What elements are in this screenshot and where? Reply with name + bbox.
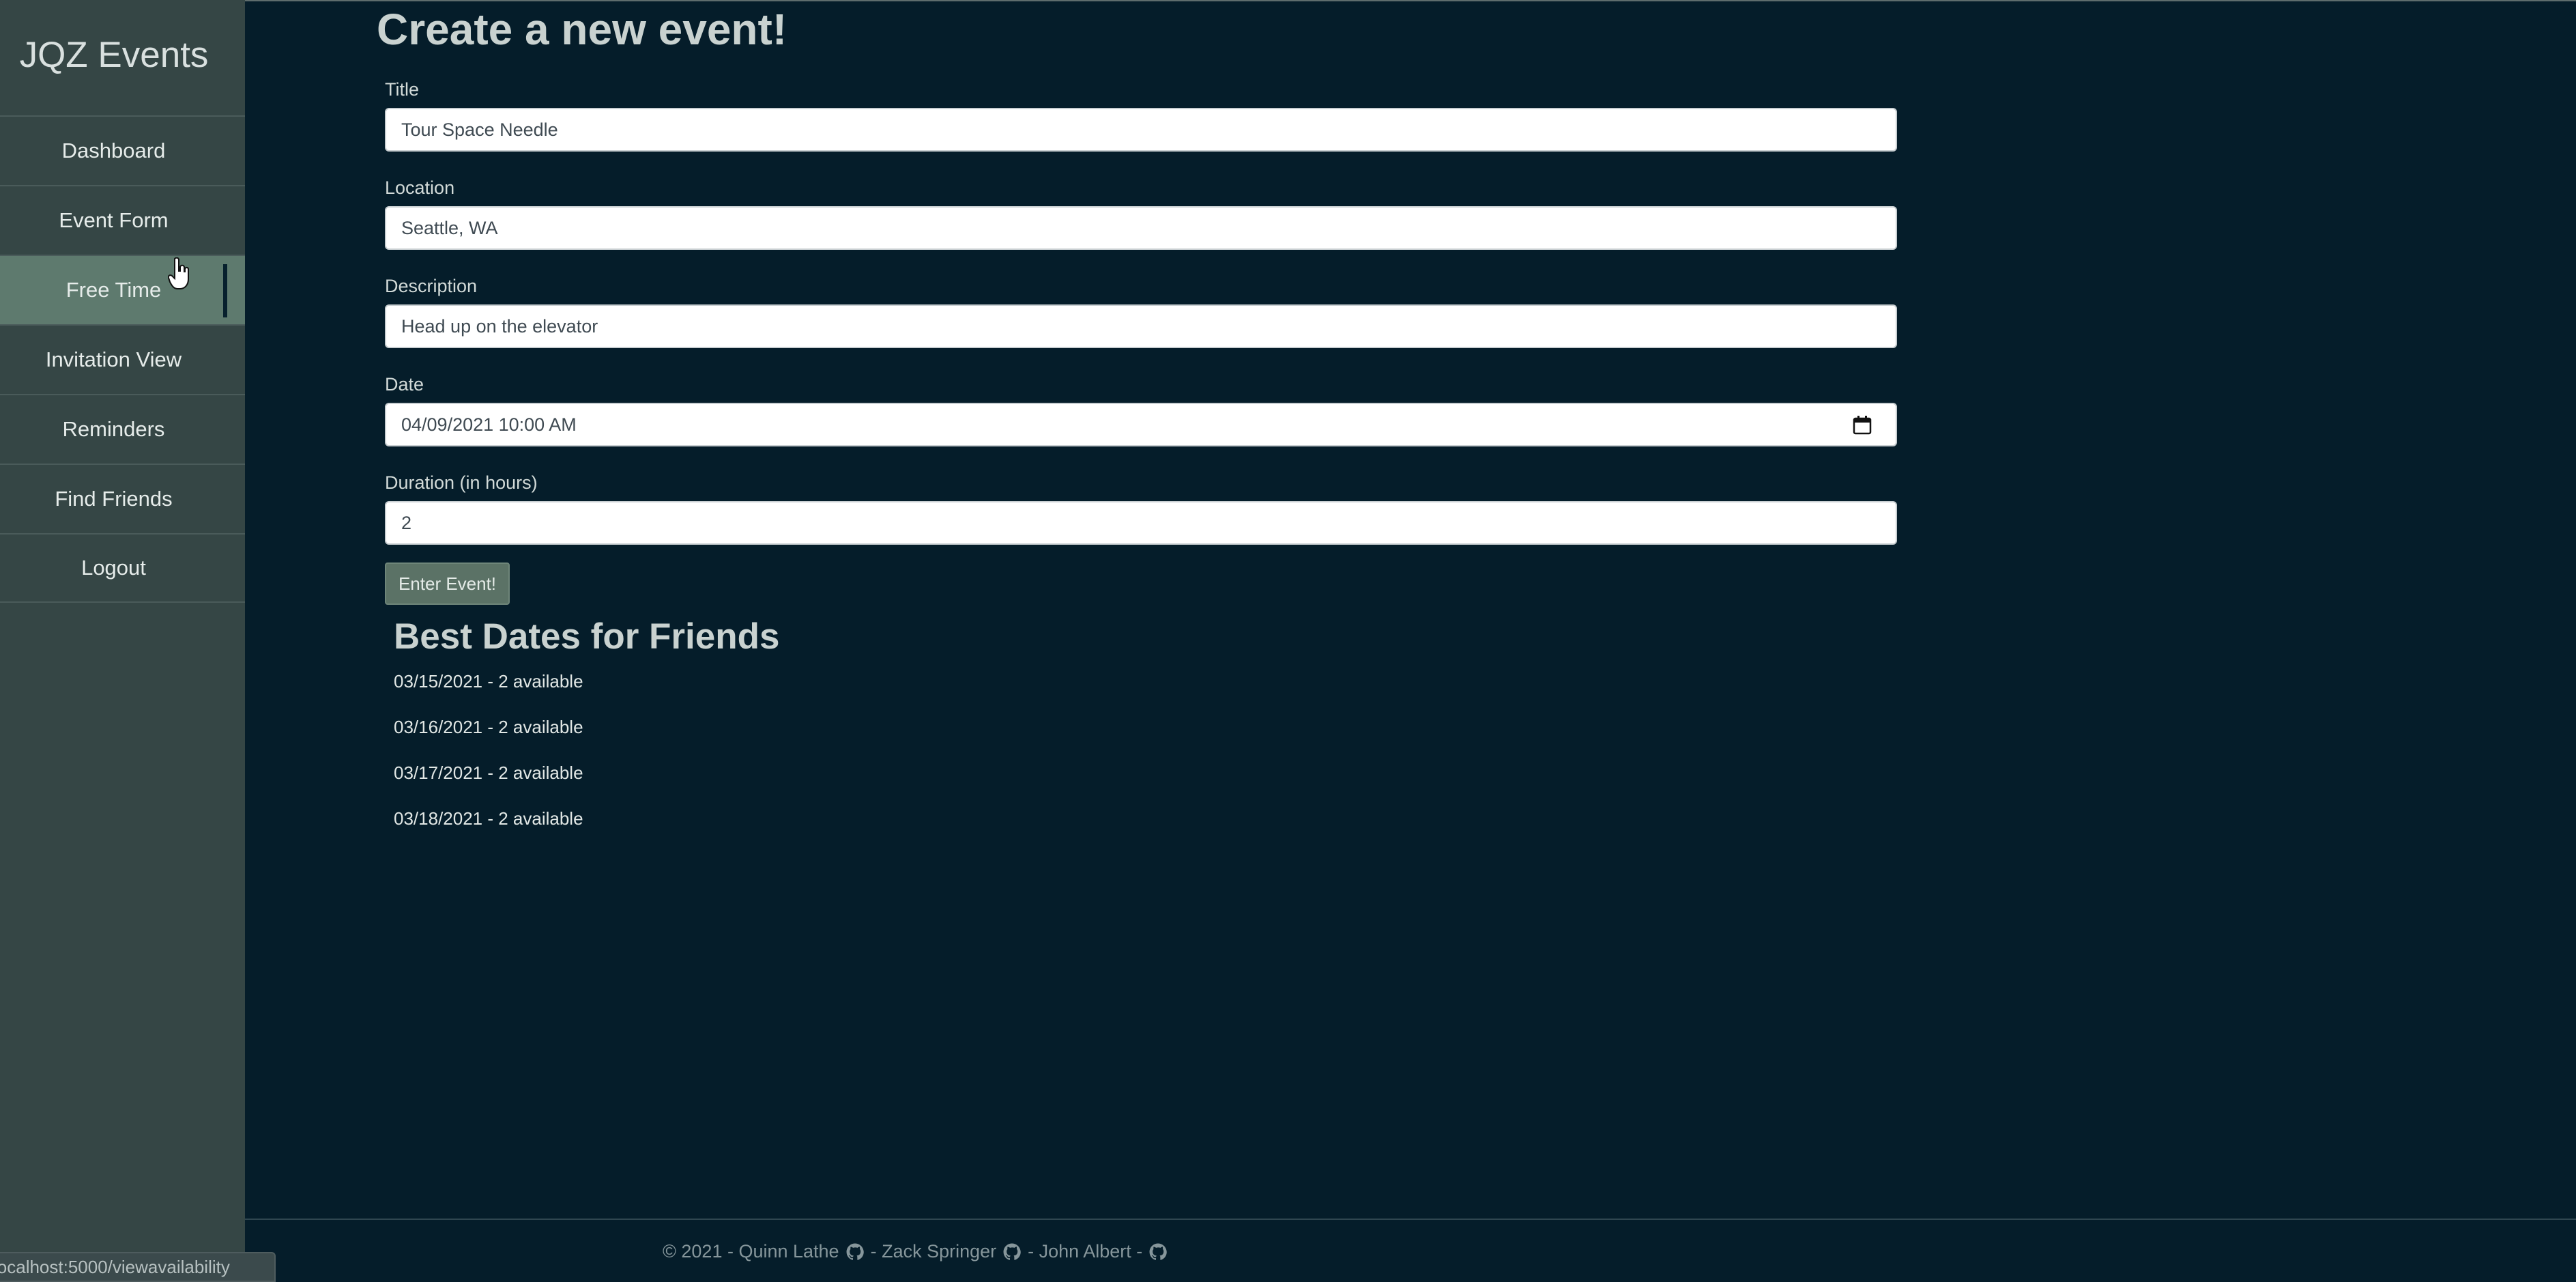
- duration-label: Duration (in hours): [385, 472, 538, 493]
- status-url-text: localhost:5000/viewavailability: [0, 1257, 230, 1277]
- sidebar-item-invitation-view[interactable]: Invitation View: [0, 324, 245, 394]
- list-item: 03/15/2021 - 2 available: [394, 671, 583, 692]
- footer: © 2021 - Quinn Lathe - Zack Springer - J…: [663, 1241, 1168, 1262]
- footer-author-3: - John Albert -: [1028, 1241, 1143, 1262]
- duration-value: 2: [401, 512, 412, 533]
- description-value: Head up on the elevator: [401, 315, 598, 337]
- calendar-icon[interactable]: [1852, 415, 1872, 436]
- location-label: Location: [385, 177, 455, 198]
- best-dates-list: 03/15/2021 - 2 available 03/16/2021 - 2 …: [394, 668, 583, 851]
- list-item: 03/18/2021 - 2 available: [394, 808, 583, 829]
- duration-input[interactable]: 2: [385, 501, 1897, 545]
- github-icon[interactable]: [1003, 1243, 1021, 1261]
- event-form: Title Tour Space Needle Location Seattle…: [385, 76, 1897, 568]
- sidebar-item-event-form[interactable]: Event Form: [0, 185, 245, 255]
- sidebar-item-dashboard[interactable]: Dashboard: [0, 115, 245, 185]
- sidebar-item-logout[interactable]: Logout: [0, 533, 245, 603]
- github-icon[interactable]: [846, 1243, 864, 1261]
- location-value: Seattle, WA: [401, 217, 498, 238]
- best-dates-title: Best Dates for Friends: [394, 616, 780, 657]
- title-label: Title: [385, 79, 420, 100]
- date-value: 04/09/2021 10:00 AM: [401, 414, 577, 435]
- hand-cursor-icon: [168, 257, 189, 289]
- title-value: Tour Space Needle: [401, 119, 558, 140]
- brand-title[interactable]: JQZ Events: [0, 34, 228, 76]
- description-label: Description: [385, 276, 478, 296]
- date-input[interactable]: 04/09/2021 10:00 AM: [385, 403, 1897, 446]
- list-item: 03/16/2021 - 2 available: [394, 717, 583, 737]
- sidebar: JQZ Events Dashboard Event Form Free Tim…: [0, 0, 245, 1282]
- status-bar-url: localhost:5000/viewavailability: [0, 1252, 276, 1282]
- sidebar-nav: Dashboard Event Form Free Time Invitatio…: [0, 115, 245, 603]
- location-input[interactable]: Seattle, WA: [385, 206, 1897, 250]
- footer-author-2: - Zack Springer: [870, 1241, 997, 1262]
- top-border: [0, 0, 2576, 1]
- github-icon[interactable]: [1149, 1243, 1168, 1261]
- footer-divider: [245, 1219, 2576, 1220]
- description-input[interactable]: Head up on the elevator: [385, 304, 1897, 348]
- sidebar-item-find-friends[interactable]: Find Friends: [0, 464, 245, 533]
- title-input[interactable]: Tour Space Needle: [385, 108, 1897, 152]
- sidebar-item-reminders[interactable]: Reminders: [0, 394, 245, 464]
- sidebar-item-free-time[interactable]: Free Time: [0, 255, 245, 324]
- footer-copyright: © 2021 - Quinn Lathe: [663, 1241, 839, 1262]
- page-title: Create a new event!: [377, 5, 787, 54]
- date-label: Date: [385, 374, 424, 395]
- enter-event-button[interactable]: Enter Event!: [385, 562, 510, 605]
- list-item: 03/17/2021 - 2 available: [394, 763, 583, 783]
